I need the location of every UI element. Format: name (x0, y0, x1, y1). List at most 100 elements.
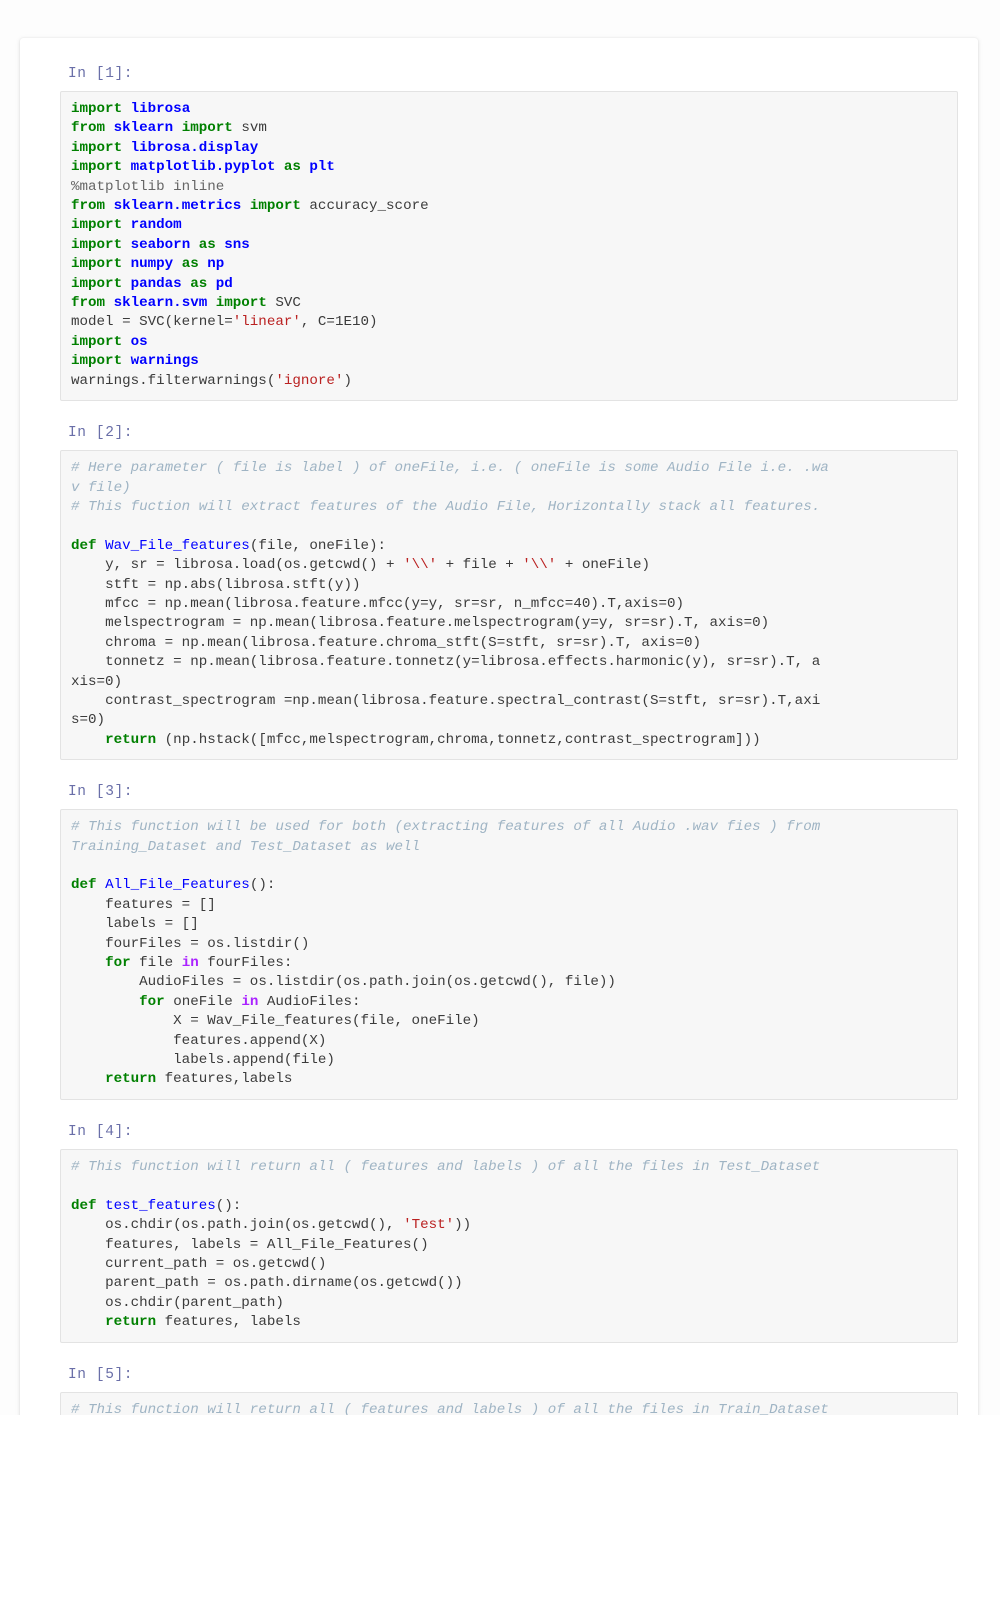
code-token: as (181, 256, 208, 273)
code-token: SVC (275, 295, 301, 312)
code-token: def (71, 1197, 106, 1214)
code-token: 'linear' (232, 314, 301, 331)
code-token: import (71, 333, 131, 350)
code-token: sklearn.metrics (113, 198, 250, 215)
code-token: random (130, 217, 182, 234)
code-token: warnings.filterwarnings( (71, 372, 276, 389)
code-token: oneFile (173, 993, 242, 1010)
code-token: ) (343, 372, 352, 389)
code-token: All_File_Features (105, 877, 250, 894)
cell-source-code[interactable]: # This function will return all ( featur… (71, 1158, 947, 1333)
code-token: features, labels = All_File_Features() (71, 1236, 429, 1253)
cell-prompt-label: In [5]: (68, 1366, 134, 1383)
code-token: mfcc = np.mean(librosa.feature.mfcc(y=y,… (71, 595, 685, 612)
notebook-sheet: In [1]: import librosa from sklearn impor… (20, 38, 978, 1492)
code-token: %matplotlib inline (71, 178, 225, 195)
code-token: parent_path = os.path.dirname(os.getcwd(… (71, 1275, 463, 1292)
cell-input-area[interactable]: # This function will return all ( featur… (60, 1148, 958, 1343)
code-token: (np.hstack([mfcc,melspectrogram,chroma,t… (164, 731, 761, 748)
code-token: plt (309, 159, 335, 176)
code-token: s=0) (71, 712, 106, 729)
code-token: from (71, 295, 114, 312)
code-token: contrast_spectrogram =np.mean(librosa.fe… (71, 692, 821, 709)
code-token: np (207, 256, 225, 273)
code-token: v file) (71, 479, 131, 496)
code-token: as (283, 159, 310, 176)
code-token: import (215, 295, 276, 312)
page-bottom-mask (0, 1415, 1000, 1615)
notebook-cell[interactable]: In [1]: import librosa from sklearn impor… (42, 64, 958, 402)
code-token: , C=1E10) (300, 314, 378, 331)
cell-prompt-label: In [1]: (68, 66, 134, 82)
code-token: features.append(X) (71, 1032, 327, 1049)
notebook-cell[interactable]: In [3]: # This function will be used for … (42, 782, 958, 1100)
code-token: librosa (130, 101, 191, 117)
cell-source-code[interactable]: # Here parameter ( file is label ) of on… (71, 459, 947, 750)
code-token: os.chdir(parent_path) (71, 1294, 284, 1311)
code-token: labels = [] (71, 916, 199, 933)
code-token: import (71, 256, 131, 273)
code-token: librosa.display (130, 139, 259, 156)
code-token: Training_Dataset and Test_Dataset as wel… (71, 838, 421, 855)
cell-input-area[interactable]: # Here parameter ( file is label ) of on… (60, 450, 958, 761)
code-token: seaborn (130, 236, 199, 253)
code-token: sklearn (113, 120, 182, 137)
code-token: accuracy_score (309, 198, 429, 215)
code-token: 'ignore' (275, 372, 344, 389)
code-token: pd (215, 275, 233, 292)
code-token: chroma = np.mean(librosa.feature.chroma_… (71, 634, 702, 651)
cell-source-code[interactable]: import librosa from sklearn import svm i… (71, 100, 947, 391)
code-token: file (139, 955, 182, 972)
cell-input-area[interactable]: import librosa from sklearn import svm i… (60, 91, 958, 402)
code-token: fourFiles = os.listdir() (71, 935, 310, 952)
code-token: return (105, 731, 165, 748)
notebook-cell[interactable]: In [4]: # This function will return all (… (42, 1122, 958, 1343)
code-token: svm (241, 120, 267, 137)
code-token: import (71, 217, 131, 234)
cell-prompt-label: In [3]: (68, 784, 134, 801)
code-token: in (241, 993, 267, 1010)
code-token: xis=0) (71, 673, 123, 690)
code-token: sklearn.svm (113, 295, 216, 312)
code-token: warnings (130, 353, 199, 370)
code-token: test_features (105, 1197, 216, 1214)
code-token: y, sr = librosa.load(os.getcwd() + (71, 557, 404, 574)
code-token: (): (249, 877, 276, 894)
cell-input-area[interactable]: # This function will be used for both (e… (60, 809, 958, 1100)
code-token: )) (454, 1217, 472, 1234)
code-token: def (71, 877, 106, 894)
code-token: + oneFile) (556, 557, 650, 574)
code-token: import (71, 275, 131, 292)
code-token: Wav_File_features (105, 537, 250, 554)
code-token: from (71, 198, 114, 215)
code-token: # This function will be used for both (e… (71, 819, 821, 836)
code-token: # Here parameter ( file is label ) of on… (71, 460, 829, 477)
code-token: fourFiles: (207, 955, 293, 972)
code-token: labels.append(file) (71, 1052, 335, 1069)
cell-prompt-label: In [4]: (68, 1123, 134, 1140)
code-token: import (249, 198, 310, 215)
notebook-cell[interactable]: In [2]: # Here parameter ( file is label … (42, 423, 958, 761)
cell-source-code[interactable]: # This function will be used for both (e… (71, 818, 947, 1090)
code-token: import (71, 139, 131, 156)
code-token: return (105, 1314, 165, 1331)
code-token: '\\' (522, 557, 557, 574)
code-token: os (130, 333, 148, 350)
code-token: tonnetz = np.mean(librosa.feature.tonnet… (71, 654, 821, 671)
code-token: numpy (130, 256, 182, 273)
code-token: os.chdir(os.path.join(os.getcwd(), (71, 1217, 404, 1234)
notebook-cell-list: In [1]: import librosa from sklearn impor… (20, 38, 978, 1430)
code-token: for (139, 993, 174, 1010)
code-token: melspectrogram = np.mean(librosa.feature… (71, 615, 770, 632)
cell-prompt-label: In [2]: (68, 425, 134, 442)
code-token: return (105, 1071, 165, 1088)
code-token: import (71, 353, 131, 370)
code-token: model = SVC(kernel= (71, 314, 233, 331)
code-token: def (71, 537, 106, 554)
code-token: features = [] (71, 896, 216, 913)
code-token: matplotlib.pyplot (130, 159, 284, 176)
